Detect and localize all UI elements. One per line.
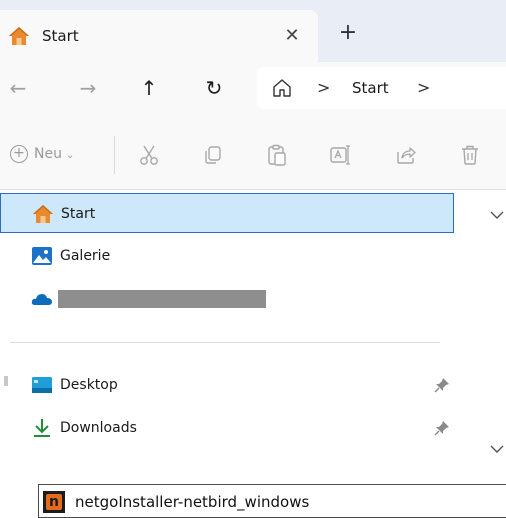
sidebar-item-desktop[interactable]: Desktop [0, 365, 454, 405]
chevron-down-icon[interactable] [488, 440, 506, 458]
navigation-pane: Start Galerie Desktop Downloads [0, 190, 456, 460]
desktop-folder-icon [32, 377, 52, 393]
sidebar-item-label: Desktop [60, 377, 118, 393]
netgo-app-icon-letter: n [46, 494, 62, 510]
sidebar-item-label: Downloads [60, 420, 137, 436]
new-tab-button[interactable]: + [334, 20, 362, 48]
address-bar[interactable]: > Start > [257, 67, 506, 109]
new-button[interactable]: + Neu ⌄ [10, 144, 74, 166]
paste-icon[interactable] [265, 143, 289, 167]
onedrive-cloud-icon [31, 294, 52, 305]
redacted-account-name [58, 290, 266, 308]
file-explorer-window: Start ✕ + ← → ↑ ↻ > Start > + Neu ⌄ Star… [0, 0, 506, 518]
copy-icon[interactable] [201, 143, 225, 167]
chevron-right-icon[interactable]: > [317, 77, 330, 99]
up-arrow-icon[interactable]: ↑ [133, 72, 165, 104]
delete-icon[interactable] [458, 143, 482, 167]
home-icon [9, 27, 29, 45]
refresh-icon[interactable]: ↻ [198, 72, 230, 104]
tab-bar: Start ✕ + [0, 0, 506, 62]
chevron-right-icon[interactable]: > [417, 77, 430, 99]
sidebar-item-downloads[interactable]: Downloads [0, 408, 454, 448]
pin-icon[interactable] [434, 420, 450, 436]
close-tab-icon[interactable]: ✕ [279, 23, 305, 49]
pane-divider [10, 342, 440, 343]
plus-circle-icon: + [10, 145, 28, 163]
breadcrumb-start[interactable]: Start [352, 77, 389, 99]
cut-icon[interactable] [137, 143, 161, 167]
pin-icon[interactable] [434, 377, 450, 393]
sidebar-item-label: Galerie [60, 248, 111, 264]
command-bar: + Neu ⌄ [0, 114, 506, 190]
sidebar-item-start[interactable]: Start [0, 193, 454, 233]
chevron-down-icon: ⌄ [65, 150, 75, 161]
rename-icon[interactable] [328, 143, 352, 167]
gallery-icon [32, 247, 52, 265]
home-outline-icon[interactable] [272, 78, 292, 98]
toolbar-divider [114, 136, 115, 174]
navigation-bar: ← → ↑ ↻ > Start > [0, 62, 506, 114]
back-arrow-icon[interactable]: ← [2, 72, 34, 104]
tab-start[interactable]: Start ✕ [0, 10, 318, 62]
netgo-app-icon: n [43, 491, 65, 513]
taskbar-app-label: netgoInstaller-netbird_windows [75, 493, 310, 511]
share-icon[interactable] [394, 143, 418, 167]
home-icon [33, 205, 53, 223]
sidebar-item-label: Start [61, 206, 96, 222]
taskbar-app-item[interactable]: n netgoInstaller-netbird_windows [38, 484, 506, 518]
chevron-down-icon[interactable] [488, 206, 506, 224]
sidebar-item-galerie[interactable]: Galerie [0, 236, 454, 276]
downloads-icon [34, 419, 50, 437]
forward-arrow-icon[interactable]: → [72, 72, 104, 104]
new-button-label: Neu [34, 146, 62, 162]
tab-title: Start [42, 27, 79, 45]
